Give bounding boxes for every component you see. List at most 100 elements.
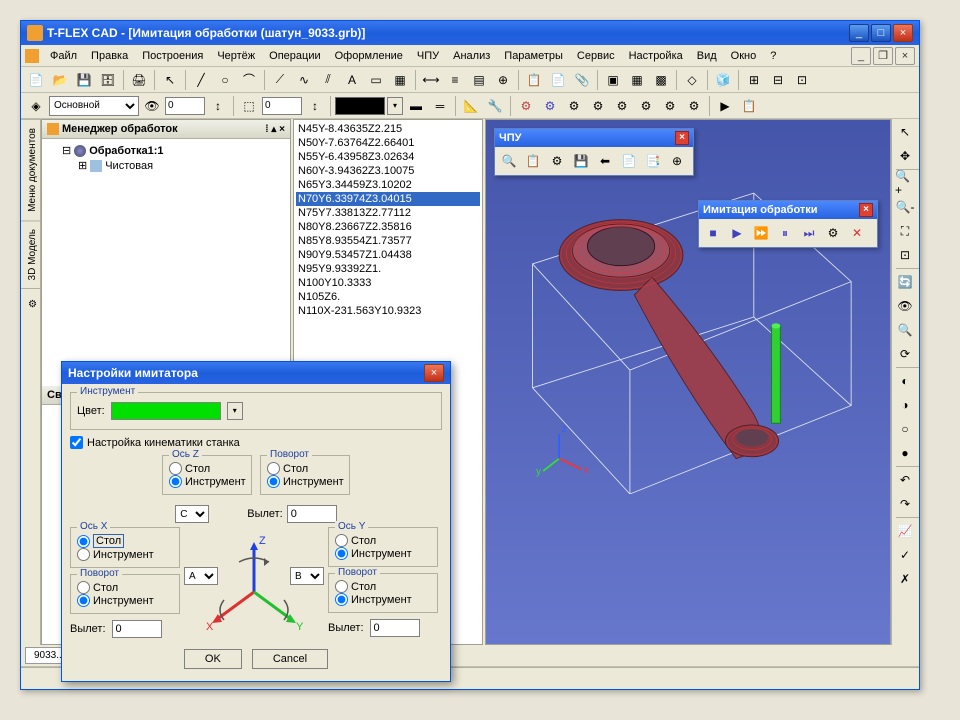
gcode-line[interactable]: N80Y8.23667Z2.35816 xyxy=(296,220,480,234)
maximize-button[interactable]: □ xyxy=(871,24,891,42)
tab-3dmodel[interactable]: 3D Модель xyxy=(21,220,40,288)
rt-zoomwin-icon[interactable]: ⊡ xyxy=(894,244,916,266)
table-icon[interactable]: ▤ xyxy=(468,69,490,91)
menu-drawing[interactable]: Чертёж xyxy=(212,48,260,64)
rt-pan-icon[interactable]: ✥ xyxy=(894,145,916,167)
ry-instr-radio[interactable]: Инструмент xyxy=(335,593,431,606)
clip-icon[interactable]: 📎 xyxy=(571,69,593,91)
visibility-icon[interactable]: 👁 xyxy=(141,95,163,117)
menu-service[interactable]: Сервис xyxy=(572,48,620,64)
tree-child[interactable]: ⊞ Чистовая xyxy=(46,158,286,173)
cursor-icon[interactable]: ↖ xyxy=(159,69,181,91)
cam1-icon[interactable]: ⚙ xyxy=(515,95,537,117)
y-stol-radio[interactable]: Стол xyxy=(335,534,431,547)
cnc-btn1-icon[interactable]: 🔍 xyxy=(498,150,520,172)
color-swatch[interactable] xyxy=(111,402,221,420)
gcode-line[interactable]: N85Y8.93554Z1.73577 xyxy=(296,234,480,248)
hatch-icon[interactable]: ▦ xyxy=(389,69,411,91)
rt-rotate-icon[interactable]: 🔄 xyxy=(894,271,916,293)
gcode-line[interactable]: N70Y6.33974Z3.04015 xyxy=(296,192,480,206)
dialog-close-icon[interactable]: × xyxy=(424,364,444,382)
rt-shade1-icon[interactable]: ◐ xyxy=(894,370,916,392)
sim-cancel-icon[interactable]: ✕ xyxy=(846,222,868,244)
gcode-line[interactable]: N90Y9.53457Z1.04438 xyxy=(296,248,480,262)
rt-check-icon[interactable]: ✓ xyxy=(894,544,916,566)
value1-input[interactable] xyxy=(165,97,205,115)
rz-instr-radio[interactable]: Инструмент xyxy=(267,475,343,488)
circle-icon[interactable]: ○ xyxy=(214,69,236,91)
3d-icon[interactable]: 🧊 xyxy=(712,69,734,91)
vylet-y-input[interactable] xyxy=(370,619,420,637)
rt-graph-icon[interactable]: 📈 xyxy=(894,520,916,542)
vylet-x-input[interactable] xyxy=(112,620,162,638)
cam3-icon[interactable]: ⚙ xyxy=(563,95,585,117)
z-stol-radio[interactable]: Стол xyxy=(169,462,245,475)
menu-settings[interactable]: Настройка xyxy=(624,48,688,64)
rt-undo-icon[interactable]: ↶ xyxy=(894,469,916,491)
menu-help[interactable]: ? xyxy=(765,48,781,64)
cnc-toolbar-title[interactable]: ЧПУ × xyxy=(495,129,693,147)
rt-zoom2-icon[interactable]: 🔍 xyxy=(894,319,916,341)
gcode-line[interactable]: N55Y-6.43958Z3.02634 xyxy=(296,150,480,164)
align-icon[interactable]: ≡ xyxy=(444,69,466,91)
simulation-floating-toolbar[interactable]: Имитация обработки × ■ ▶ ⏩ ⏸ ⏭ ⚙ ✕ xyxy=(698,200,878,248)
ry-stol-radio[interactable]: Стол xyxy=(335,580,431,593)
cnc-btn2-icon[interactable]: 📋 xyxy=(522,150,544,172)
gcode-line[interactable]: N65Y3.34459Z3.10202 xyxy=(296,178,480,192)
color-dropdown-icon[interactable]: ▾ xyxy=(227,402,243,420)
menu-constructions[interactable]: Построения xyxy=(137,48,208,64)
spline-icon[interactable]: ∿ xyxy=(293,69,315,91)
dim-icon[interactable]: ⟷ xyxy=(420,69,442,91)
tool1-icon[interactable]: 🔧 xyxy=(484,95,506,117)
open-icon[interactable]: 📂 xyxy=(49,69,71,91)
x-instr-radio[interactable]: Инструмент xyxy=(77,548,173,561)
machining-tree[interactable]: ⊟ Обработка1:1 ⊞ Чистовая xyxy=(42,139,290,386)
expand-icon[interactable]: ⊞ xyxy=(78,159,87,172)
save-icon[interactable]: 💾 xyxy=(73,69,95,91)
sim-icon[interactable]: ▶ xyxy=(714,95,736,117)
tree-root[interactable]: ⊟ Обработка1:1 xyxy=(46,143,286,158)
axis-c-select[interactable]: C xyxy=(175,505,209,523)
menu-view[interactable]: Вид xyxy=(692,48,722,64)
gcode-line[interactable]: N60Y-3.94362Z3.10075 xyxy=(296,164,480,178)
cnc-btn5-icon[interactable]: ⬅ xyxy=(594,150,616,172)
mdi-minimize[interactable]: _ xyxy=(851,47,871,65)
cnc-btn8-icon[interactable]: ⊕ xyxy=(666,150,688,172)
color-swatch-black[interactable] xyxy=(335,97,385,115)
3d-viewport[interactable]: x y z ЧПУ × 🔍 📋 ⚙ 💾 ⬅ 📄 📑 xyxy=(485,119,891,645)
window-icon[interactable]: ⊞ xyxy=(743,69,765,91)
new-icon[interactable]: 📄 xyxy=(25,69,47,91)
view1-icon[interactable]: ▣ xyxy=(602,69,624,91)
expand-icon[interactable]: ⊟ xyxy=(62,144,71,157)
menu-design[interactable]: Оформление xyxy=(330,48,408,64)
dialog-titlebar[interactable]: Настройки имитатора × xyxy=(62,362,450,384)
cnc-btn4-icon[interactable]: 💾 xyxy=(570,150,592,172)
rt-shade2-icon[interactable]: ◑ xyxy=(894,394,916,416)
rt-redo-icon[interactable]: ↷ xyxy=(894,493,916,515)
rt-select-icon[interactable]: ↖ xyxy=(894,121,916,143)
ok-button[interactable]: OK xyxy=(184,649,242,669)
rx-stol-radio[interactable]: Стол xyxy=(77,581,173,594)
z-instr-radio[interactable]: Инструмент xyxy=(169,475,245,488)
gcode-line[interactable]: N100Y10.3333 xyxy=(296,276,480,290)
menu-operations[interactable]: Операции xyxy=(264,48,325,64)
rt-zoomin-icon[interactable]: 🔍+ xyxy=(894,172,916,194)
view2-icon[interactable]: ▦ xyxy=(626,69,648,91)
cam2-icon[interactable]: ⚙ xyxy=(539,95,561,117)
menu-window[interactable]: Окно xyxy=(726,48,762,64)
style-icon[interactable]: ⬚ xyxy=(238,95,260,117)
gcode-line[interactable]: N105Z6. xyxy=(296,290,480,304)
rx-instr-radio[interactable]: Инструмент xyxy=(77,594,173,607)
tab-extras-icon[interactable]: ⚙ xyxy=(21,288,40,316)
gcode-line[interactable]: N45Y-8.43635Z2.215 xyxy=(296,122,480,136)
y-instr-radio[interactable]: Инструмент xyxy=(335,547,431,560)
layer-select[interactable]: Основной xyxy=(49,96,139,116)
menu-edit[interactable]: Правка xyxy=(86,48,133,64)
rt-zoomout-icon[interactable]: 🔍- xyxy=(894,196,916,218)
tab-documents[interactable]: Меню документов xyxy=(21,119,40,220)
sim-close-icon[interactable]: × xyxy=(859,203,873,217)
menu-file[interactable]: Файл xyxy=(45,48,82,64)
cam5-icon[interactable]: ⚙ xyxy=(611,95,633,117)
rt-shade3-icon[interactable]: ○ xyxy=(894,418,916,440)
cascade-icon[interactable]: ⊡ xyxy=(791,69,813,91)
